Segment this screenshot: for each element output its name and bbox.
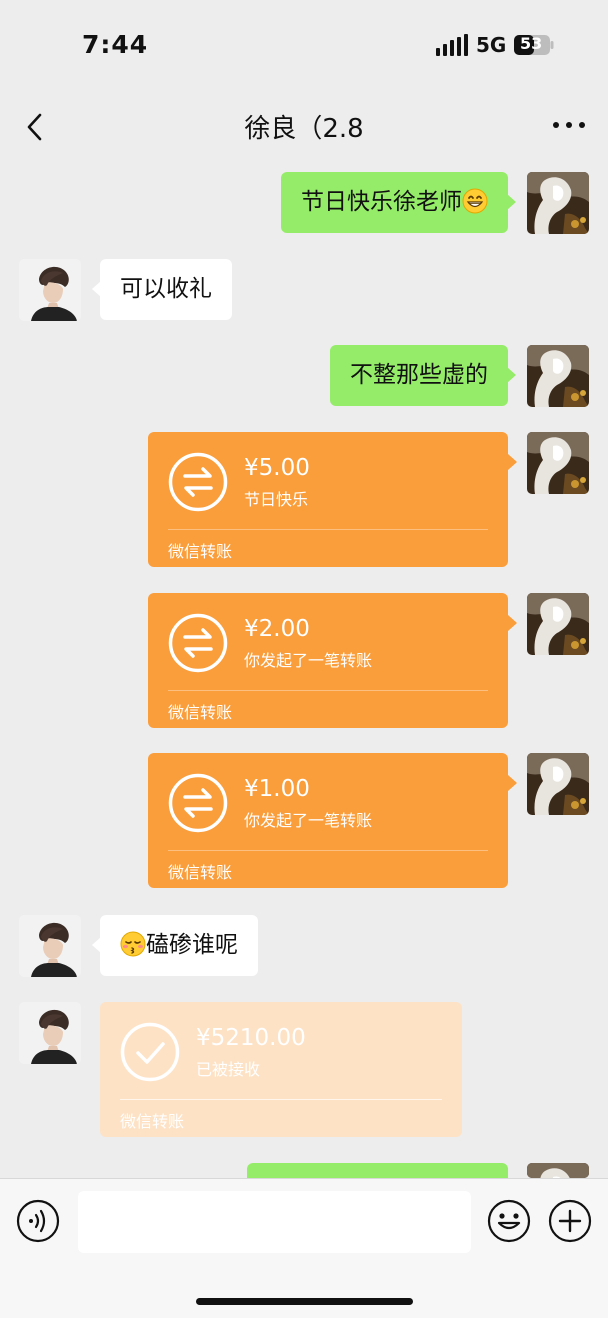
transfer-card[interactable]: ¥2.00 你发起了一笔转账 微信转账 xyxy=(148,593,517,728)
transfer-card[interactable]: ¥5.00 节日快乐 微信转账 xyxy=(148,432,517,567)
transfer-memo: 你发起了一笔转账 xyxy=(244,651,373,670)
transfer-status: 已被接收 xyxy=(196,1060,261,1079)
transfer-amount: ¥2.00 xyxy=(244,616,310,642)
transfer-amount: ¥5210.00 xyxy=(196,1025,306,1051)
transfer-amount: ¥5.00 xyxy=(244,455,310,481)
grinning-face-icon xyxy=(462,188,488,214)
more-horizontal-icon[interactable] xyxy=(548,114,590,136)
friend-avatar[interactable] xyxy=(19,259,81,321)
transfer-icon xyxy=(168,773,228,833)
plus-icon[interactable] xyxy=(548,1199,592,1243)
self-avatar[interactable] xyxy=(527,1163,589,1178)
message-text: 不整那些虚的 xyxy=(350,362,488,388)
message-bubble-received[interactable]: 可以收礼 xyxy=(92,259,232,320)
divider xyxy=(168,529,488,530)
message-bubble-sent[interactable]: 节日快乐徐老师 xyxy=(281,172,516,233)
transfer-icon xyxy=(168,452,228,512)
divider xyxy=(168,850,488,851)
transfer-label: 微信转账 xyxy=(120,1112,185,1131)
self-avatar[interactable] xyxy=(527,172,589,234)
status-bar: 7:44 5G 53 xyxy=(0,0,608,86)
transfer-card[interactable]: ¥1.00 你发起了一笔转账 微信转账 xyxy=(148,753,517,888)
message-text: 磕碜谁呢 xyxy=(146,932,238,958)
self-avatar[interactable] xyxy=(527,753,589,815)
battery-level: 53 xyxy=(520,34,543,53)
self-avatar[interactable] xyxy=(527,432,589,494)
smile-icon[interactable] xyxy=(487,1199,531,1243)
transfer-memo: 你发起了一笔转账 xyxy=(244,811,373,830)
transfer-label: 微信转账 xyxy=(168,703,233,722)
kissing-face-icon xyxy=(120,931,146,957)
divider xyxy=(120,1099,442,1100)
friend-avatar[interactable] xyxy=(19,915,81,977)
transfer-memo: 节日快乐 xyxy=(244,490,309,509)
friend-avatar[interactable] xyxy=(19,1002,81,1064)
signal-icon xyxy=(436,34,468,56)
network-label: 5G xyxy=(476,33,507,57)
nav-bar: 徐良（2.8 xyxy=(0,86,608,162)
transfer-amount: ¥1.00 xyxy=(244,776,310,802)
message-text: 节日快乐徐老师 xyxy=(301,189,462,215)
message-text: 可以收礼 xyxy=(120,276,212,302)
message-bubble-sent-partial[interactable] xyxy=(247,1163,508,1178)
transfer-card-received[interactable]: ¥5210.00 已被接收 微信转账 xyxy=(100,1002,462,1137)
transfer-icon xyxy=(168,613,228,673)
self-avatar[interactable] xyxy=(527,345,589,407)
message-bubble-sent[interactable]: 不整那些虚的 xyxy=(330,345,516,406)
check-circle-icon xyxy=(120,1022,180,1082)
voice-icon[interactable] xyxy=(16,1199,60,1243)
message-input[interactable] xyxy=(78,1191,471,1253)
status-time: 7:44 xyxy=(82,30,149,59)
home-indicator[interactable] xyxy=(196,1298,413,1305)
transfer-label: 微信转账 xyxy=(168,542,233,561)
input-bar xyxy=(0,1178,608,1318)
transfer-label: 微信转账 xyxy=(168,863,233,882)
message-bubble-received[interactable]: 磕碜谁呢 xyxy=(92,915,258,976)
self-avatar[interactable] xyxy=(527,593,589,655)
divider xyxy=(168,690,488,691)
chat-title: 徐良（2.8 xyxy=(244,114,364,144)
